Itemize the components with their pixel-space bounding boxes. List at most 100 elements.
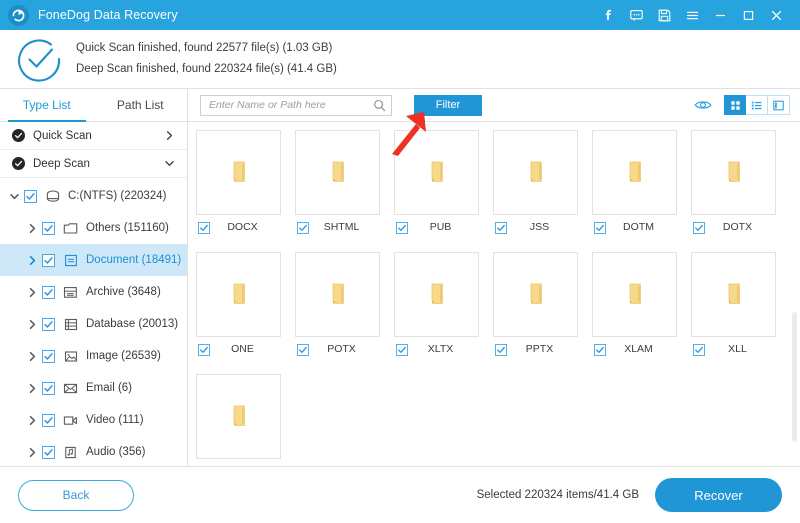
grid-item[interactable]: ONE [196, 252, 281, 361]
scan-status-lines: Quick Scan finished, found 22577 file(s)… [76, 38, 337, 80]
recover-button[interactable]: Recover [655, 478, 782, 512]
view-split-icon[interactable] [768, 95, 790, 115]
folder-yellow-icon[interactable] [592, 130, 677, 215]
sidebar-item-quick-scan[interactable]: Quick Scan [0, 122, 187, 150]
search-input[interactable] [209, 99, 373, 111]
grid-item-label: PLIST [210, 465, 281, 466]
folder-yellow-icon[interactable] [493, 130, 578, 215]
tree-item-video[interactable]: Video (111) [0, 404, 187, 436]
view-grid-icon[interactable] [724, 95, 746, 115]
grid-item[interactable]: SHTML [295, 130, 380, 239]
checkbox-checked-icon[interactable] [495, 221, 507, 234]
folder-yellow-icon[interactable] [493, 252, 578, 337]
chevron-right-icon [164, 130, 175, 141]
grid-item[interactable]: XLAM [592, 252, 677, 361]
maximize-icon[interactable] [734, 0, 762, 30]
app-window: FoneDog Data Recovery Quick Scan finishe… [0, 0, 800, 523]
tree-item-document[interactable]: Document (18491) [0, 244, 187, 276]
tab-path-list[interactable]: Path List [94, 89, 188, 121]
chevron-right-icon[interactable] [24, 287, 40, 298]
grid-item-footer: XLAM [592, 337, 677, 361]
view-list-icon[interactable] [746, 95, 768, 115]
folder-yellow-icon[interactable] [394, 130, 479, 215]
grid-item-label: XLAM [624, 343, 653, 355]
folder-yellow-icon[interactable] [295, 130, 380, 215]
chevron-right-icon[interactable] [24, 255, 40, 266]
tree-item-archive[interactable]: Archive (3648) [0, 276, 187, 308]
checkbox-checked-icon[interactable] [693, 343, 705, 356]
checkbox-checked-icon[interactable] [42, 349, 55, 363]
chevron-right-icon[interactable] [24, 447, 40, 458]
folder-yellow-icon[interactable] [295, 252, 380, 337]
grid-item[interactable]: JSS [493, 130, 578, 239]
tree-item-others[interactable]: Others (151160) [0, 212, 187, 244]
checkbox-checked-icon[interactable] [594, 221, 606, 234]
checkbox-checked-icon[interactable] [42, 221, 55, 235]
menu-hamburger-icon[interactable] [678, 0, 706, 30]
checkbox-checked-icon[interactable] [42, 253, 55, 267]
grid-item[interactable]: PLIST [196, 374, 281, 466]
chevron-right-icon[interactable] [24, 383, 40, 394]
search-icon[interactable] [373, 99, 386, 112]
folder-yellow-icon[interactable] [691, 252, 776, 337]
tab-type-list[interactable]: Type List [0, 89, 94, 122]
main-toolbar: Filter [188, 89, 800, 122]
checkbox-checked-icon[interactable] [297, 221, 309, 234]
filter-button[interactable]: Filter [414, 94, 482, 116]
close-icon[interactable] [762, 0, 790, 30]
grid-item[interactable]: DOTX [691, 130, 776, 239]
chevron-right-icon[interactable] [24, 415, 40, 426]
tree-item-database[interactable]: Database (20013) [0, 308, 187, 340]
checkbox-checked-icon[interactable] [693, 221, 705, 234]
sidebar-item-deep-scan[interactable]: Deep Scan [0, 150, 187, 178]
eye-icon[interactable] [691, 94, 715, 116]
folder-yellow-icon[interactable] [394, 252, 479, 337]
checkbox-checked-icon[interactable] [42, 285, 55, 299]
grid-item[interactable]: PPTX [493, 252, 578, 361]
grid-item[interactable]: DOCX [196, 130, 281, 239]
checkbox-checked-icon[interactable] [198, 465, 210, 466]
checkbox-checked-icon[interactable] [396, 343, 408, 356]
checkbox-checked-icon[interactable] [297, 343, 309, 356]
checkbox-checked-icon[interactable] [42, 445, 55, 459]
checkbox-checked-icon[interactable] [495, 343, 507, 356]
vertical-scrollbar[interactable] [792, 312, 797, 442]
checkbox-checked-icon[interactable] [594, 343, 606, 356]
view-mode-group [724, 95, 790, 115]
tree-item-label: Database (20013) [86, 318, 179, 330]
chevron-right-icon[interactable] [24, 319, 40, 330]
grid-item-label: XLTX [427, 343, 454, 355]
folder-yellow-icon[interactable] [691, 130, 776, 215]
feedback-chat-icon[interactable] [622, 0, 650, 30]
checkbox-checked-icon[interactable] [42, 413, 55, 427]
search-box[interactable] [200, 94, 392, 116]
checkbox-checked-icon[interactable] [198, 221, 210, 234]
folder-yellow-icon[interactable] [592, 252, 677, 337]
folder-yellow-icon[interactable] [196, 130, 281, 215]
facebook-icon[interactable] [594, 0, 622, 30]
grid-item-footer: XLTX [394, 337, 479, 361]
grid-item[interactable]: PUB [394, 130, 479, 239]
folder-others-icon [62, 222, 79, 235]
minimize-icon[interactable] [706, 0, 734, 30]
checkbox-checked-icon[interactable] [42, 381, 55, 395]
grid-item[interactable]: DOTM [592, 130, 677, 239]
checkbox-checked-icon[interactable] [198, 343, 210, 356]
checkbox-checked-icon[interactable] [42, 317, 55, 331]
chevron-down-icon[interactable] [6, 191, 22, 202]
back-button[interactable]: Back [18, 479, 134, 511]
save-disk-icon[interactable] [650, 0, 678, 30]
chevron-right-icon[interactable] [24, 351, 40, 362]
folder-yellow-icon[interactable] [196, 374, 281, 459]
grid-item[interactable]: XLL [691, 252, 776, 361]
checkbox-checked-icon[interactable] [24, 189, 37, 203]
chevron-right-icon[interactable] [24, 223, 40, 234]
tree-item-email[interactable]: Email (6) [0, 372, 187, 404]
tree-item-image[interactable]: Image (26539) [0, 340, 187, 372]
grid-item[interactable]: POTX [295, 252, 380, 361]
tree-item-audio[interactable]: Audio (356) [0, 436, 187, 466]
folder-yellow-icon[interactable] [196, 252, 281, 337]
tree-item-drive[interactable]: C:(NTFS) (220324) [0, 180, 187, 212]
grid-item[interactable]: XLTX [394, 252, 479, 361]
checkbox-checked-icon[interactable] [396, 221, 408, 234]
